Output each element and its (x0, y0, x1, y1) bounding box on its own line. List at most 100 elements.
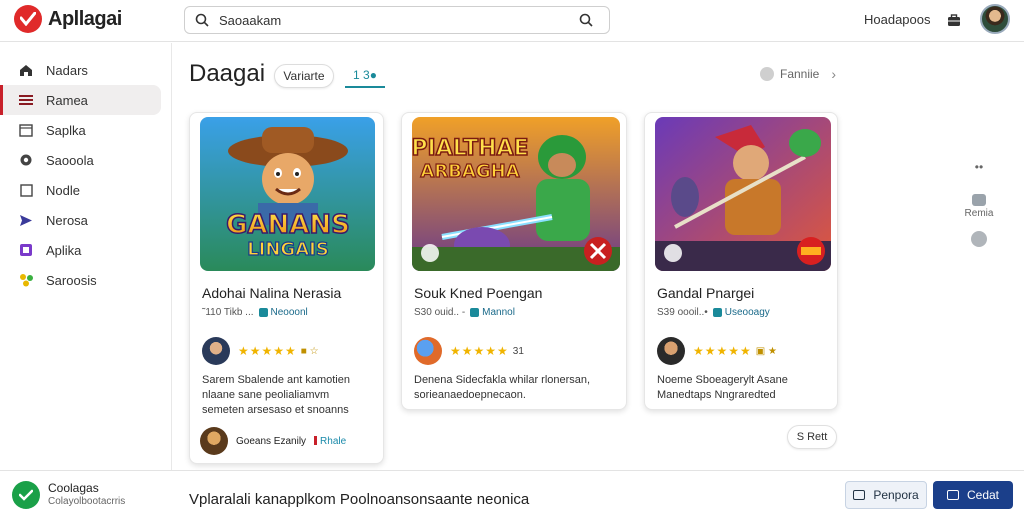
card-meta: ˜110 Tikb ... Neooonl (202, 307, 308, 318)
edit-icon (946, 490, 959, 500)
app-card[interactable]: GANANS LINGAIS Adohai Nalina Nerasia ˜11… (189, 112, 384, 464)
card-meta-text: ˜110 Tikb ... (202, 307, 254, 318)
gear-icon (18, 152, 34, 168)
right-rail: •• Remia (956, 160, 1002, 247)
info-icon[interactable] (971, 231, 987, 247)
card-rating: ★★★★★ ▣ ★ (657, 337, 777, 365)
sidebar-item-nodle[interactable]: Nodle (0, 175, 171, 205)
app-card[interactable]: PIALTHAE ARBAGHA Souk Kned Poengan S30 o… (401, 112, 627, 410)
star-rating-icon: ★★★★★ (693, 344, 752, 358)
sidebar-item-ramea[interactable]: Ramea (0, 85, 161, 115)
home-icon (18, 62, 34, 78)
developer-avatar[interactable] (414, 337, 442, 365)
card-description: Sarem Sbalende ant kamotien nlaane sane … (202, 374, 350, 416)
app-card[interactable]: Gandal Pnargei S39 oooil..• Useooagy ★★★… (644, 112, 838, 410)
card-title[interactable]: Adohai Nalina Nerasia (202, 285, 341, 301)
top-bar: Apllagai Hoadapoos (0, 0, 1024, 42)
filter-chip[interactable]: Variarte (274, 64, 334, 88)
card-footer: Goeans Ezanily Rhale (200, 427, 346, 455)
card-title[interactable]: Souk Kned Poengan (414, 285, 542, 301)
app-logo[interactable]: Apllagai (14, 5, 122, 33)
more-options-icon[interactable]: •• (975, 160, 983, 184)
sidebar-item-nadars[interactable]: Nadars (0, 55, 171, 85)
card-tag[interactable]: Mannol (482, 307, 515, 318)
bottom-message: Vplaralali kanapplkom Poolnoansonsaante … (189, 491, 530, 508)
send-icon (18, 212, 34, 228)
sidebar-item-label: Aplika (46, 242, 82, 258)
tab-active[interactable]: 1 3● (345, 64, 385, 88)
bottom-bar: Coolagas Colayolbootacrris Vplaralali ka… (0, 470, 1024, 512)
thumbnail-subtitle: ARBAGHA (420, 161, 519, 182)
star-rating-icon: ★★★★★ (450, 344, 509, 358)
chat-icon[interactable] (972, 194, 986, 206)
menu-icon (18, 92, 34, 108)
thumbnail-title: GANANS (226, 210, 350, 240)
developer-avatar[interactable] (202, 337, 230, 365)
sidebar-item-label: Saroosis (46, 272, 97, 288)
logo-check-icon (14, 5, 42, 33)
rating-extra: ■ ☆ (300, 345, 319, 357)
bottom-app-subtitle: Colayolbootacrris (48, 496, 126, 507)
tag-icon (712, 308, 722, 317)
sidebar-item-saroosis[interactable]: Saroosis (0, 265, 171, 295)
sidebar-item-aplika[interactable]: Aplika (0, 235, 171, 265)
star-cluster-icon (18, 272, 34, 288)
card-tag[interactable]: Neooonl (271, 307, 308, 318)
publisher-link[interactable]: Rhale (314, 436, 346, 447)
app-thumbnail[interactable]: PIALTHAE ARBAGHA (412, 117, 620, 271)
search-icon (193, 11, 211, 29)
card-tag[interactable]: Useooagy (725, 307, 770, 318)
bottom-app-name: Coolagas (48, 481, 99, 495)
app-thumbnail[interactable]: GANANS LINGAIS (200, 117, 375, 271)
sidebar-item-label: Ramea (46, 92, 88, 108)
sidebar-item-nerosa[interactable]: Nerosa (0, 205, 171, 235)
page-title: Daagai (189, 60, 266, 87)
secondary-button[interactable]: Penpora (845, 481, 927, 509)
rating-extra: 31 (512, 345, 524, 357)
search-input[interactable] (219, 12, 577, 28)
publisher-name: Goeans Ezanily (236, 435, 307, 447)
thumbnail-title: PIALTHAE (412, 136, 529, 161)
publisher-avatar[interactable] (200, 427, 228, 455)
secondary-button-label: Penpora (873, 488, 919, 502)
app-icon (18, 242, 34, 258)
sidebar-item-saooola[interactable]: Saooola (0, 145, 171, 175)
sort-icon (760, 67, 774, 81)
sidebar-item-label: Nodle (46, 182, 80, 198)
list-icon (853, 490, 866, 500)
sidebar-item-label: Saooola (46, 152, 94, 168)
card-rating: ★★★★★ ■ ☆ (202, 337, 319, 365)
card-meta: S30 ouid.. - Mannol (414, 307, 515, 318)
tag-icon (470, 308, 480, 317)
card-description: Denena Sidecfakla whilar rlonersan, sori… (414, 374, 591, 401)
sidebar-item-label: Nadars (46, 62, 88, 78)
tag-icon (258, 308, 268, 317)
card-rating: ★★★★★ 31 (414, 337, 524, 365)
rail-label[interactable]: Remia (965, 208, 994, 219)
show-more-button[interactable]: S Rett (787, 425, 837, 449)
sort-control[interactable]: Fanniie › (760, 66, 836, 82)
primary-button[interactable]: Cedat (933, 481, 1013, 509)
search-bar[interactable] (184, 6, 610, 34)
sort-label: Fanniie (780, 67, 820, 81)
window-icon (18, 122, 34, 138)
star-rating-icon: ★★★★★ (238, 344, 297, 358)
sidebar-item-saplka[interactable]: Saplka (0, 115, 171, 145)
briefcase-icon[interactable] (944, 10, 964, 30)
card-title[interactable]: Gandal Pnargei (657, 285, 754, 301)
app-title: Apllagai (48, 7, 122, 30)
user-avatar[interactable] (980, 4, 1010, 34)
search-submit-icon[interactable] (577, 11, 595, 29)
app-thumbnail[interactable] (655, 117, 831, 271)
rating-extra: ▣ ★ (755, 345, 777, 357)
square-icon (18, 182, 34, 198)
top-menu-link[interactable]: Hoadapoos (864, 12, 931, 27)
store-logo-icon (12, 481, 40, 509)
sidebar-item-label: Nerosa (46, 212, 88, 228)
primary-button-label: Cedat (966, 488, 1000, 502)
card-meta-text: S30 ouid.. - (414, 307, 466, 318)
card-description: Noeme Sboeagerylt Asane Manedtaps Nngrar… (657, 374, 788, 401)
chevron-right-icon[interactable]: › (831, 66, 836, 82)
card-meta: S39 oooil..• Useooagy (657, 307, 770, 318)
developer-avatar[interactable] (657, 337, 685, 365)
